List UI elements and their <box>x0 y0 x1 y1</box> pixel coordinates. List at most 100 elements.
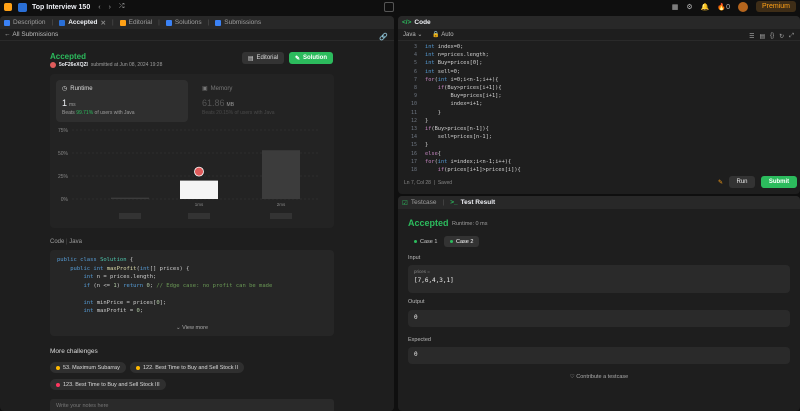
leetcode-logo-icon[interactable] <box>4 3 12 11</box>
avatar[interactable] <box>737 1 748 12</box>
tab-solutions[interactable]: Solutions <box>165 19 202 26</box>
top-bar: Top Interview 150 ‹ › ⤮ ▦ ⚙ 🔔 🔥0 Premium <box>0 0 800 14</box>
memory-card[interactable]: ▣ Memory 61.86 MB Beats 20.15% of users wi… <box>196 80 328 122</box>
check-box-icon: ☑ <box>402 199 408 207</box>
y-tick-label: 50% <box>58 151 69 157</box>
user-avatar-marker <box>194 166 204 177</box>
tab-description[interactable]: Description <box>4 19 46 26</box>
runtime-card[interactable]: ◷ Runtime 1 ms Beats 99.71% of users with … <box>56 80 188 122</box>
code-editor[interactable]: int index=0; int n=prices.length; int Bu… <box>425 43 521 174</box>
note-icon[interactable]: ✎ <box>718 179 723 186</box>
layout-icon[interactable]: ▦ <box>672 3 679 11</box>
bar <box>111 197 149 199</box>
share-link-icon[interactable]: 🔗 <box>379 33 388 41</box>
premium-button[interactable]: Premium <box>755 1 796 12</box>
result-status: Accepted <box>408 218 449 228</box>
editor-status: Ln 7, Col 28 | Saved <box>404 180 453 186</box>
terminal-icon: >_ <box>450 199 458 206</box>
line-number: 7 <box>413 76 417 83</box>
editor-toolbar: Java ⌄ 🔒 Auto <box>398 29 800 41</box>
tab-accepted[interactable]: Accepted ✕ <box>59 19 106 27</box>
debug-icon[interactable] <box>384 2 394 12</box>
x-tick-label: 2ms <box>277 202 286 207</box>
solution-button[interactable]: ✎ Solution <box>289 52 333 64</box>
challenge-chip[interactable]: 123. Best Time to Buy and Sell Stock III <box>50 379 166 390</box>
all-submissions-link[interactable]: ← All Submissions <box>0 29 394 41</box>
notes-input[interactable]: Write your notes here <box>50 399 334 411</box>
mini-bar <box>119 213 141 219</box>
streak-counter[interactable]: 🔥0 <box>717 3 730 11</box>
notifications-icon[interactable]: 🔔 <box>701 3 710 11</box>
clock-icon: ◷ <box>62 86 68 92</box>
book-icon: ▤ <box>247 55 254 62</box>
view-more-button[interactable]: ⌄ View more <box>50 324 334 333</box>
result-tabs: ☑ Testcase | >_ Test Result <box>398 196 800 209</box>
output-value-box: 0 <box>408 310 790 327</box>
left-tabs: Description | Accepted ✕ | Editorial | So… <box>0 16 394 29</box>
line-number: 11 <box>410 109 417 116</box>
line-number: 13 <box>410 126 417 133</box>
problem-list-title[interactable]: Top Interview 150 <box>32 4 90 11</box>
reset-icon[interactable]: ↻ <box>779 33 784 40</box>
y-tick-label: 0% <box>61 197 69 203</box>
user-avatar[interactable] <box>50 62 56 68</box>
expected-value-box: 0 <box>408 347 790 364</box>
editor-tabs: </> Code <box>398 16 800 29</box>
line-number: 12 <box>410 117 417 124</box>
more-challenges-title: More challenges <box>50 348 98 355</box>
language-select[interactable]: Java ⌄ <box>403 31 422 38</box>
submission-meta: 5oF26eXQZl submitted at Jun 08, 2024 19:… <box>50 62 162 68</box>
line-number: 16 <box>410 150 417 157</box>
x-tick-label: 1ms <box>195 202 204 207</box>
line-number: 6 <box>413 68 417 75</box>
expected-label: Expected <box>408 337 431 343</box>
submit-button[interactable]: Submit <box>761 176 797 188</box>
line-number: 17 <box>410 158 417 165</box>
line-number: 18 <box>410 167 417 174</box>
bookmark-icon[interactable]: ☰ <box>749 33 754 40</box>
prev-problem-icon[interactable]: ‹ <box>98 4 100 11</box>
settings-icon[interactable]: ⚙ <box>686 3 692 11</box>
line-numbers: 3 4 5 6 7 8 9 10 11 12 13 14 15 16 17 18 <box>398 43 420 174</box>
tab-testcase[interactable]: ☑ Testcase <box>402 199 436 207</box>
submitted-code: public class Solution { public int maxPr… <box>50 250 334 336</box>
line-number: 15 <box>410 142 417 149</box>
bar <box>180 180 218 199</box>
tab-submissions[interactable]: Submissions <box>215 19 261 26</box>
tab-editorial[interactable]: Editorial <box>119 19 152 26</box>
code-section-label: Code | Java <box>50 239 82 245</box>
y-tick-label: 75% <box>58 128 69 134</box>
code-editor-panel: </> Code Java ⌄ 🔒 Auto ☰ ▤ {} ↻ ⤢ 3 4567 89… <box>398 16 800 194</box>
test-result-panel: ☑ Testcase | >_ Test Result Accepted Runti… <box>398 196 800 411</box>
case-tab-1[interactable]: Case 1 <box>408 236 443 247</box>
next-problem-icon[interactable]: › <box>109 4 111 11</box>
mini-bar <box>188 213 210 219</box>
line-number: 3 <box>413 44 417 50</box>
pencil-icon: ✎ <box>294 55 301 62</box>
challenge-chip[interactable]: 53. Maximum Subarray <box>50 362 126 373</box>
code-icon: </> <box>402 19 412 26</box>
input-label: Input <box>408 255 421 261</box>
close-tab-icon[interactable]: ✕ <box>100 19 105 27</box>
tab-code[interactable]: </> Code <box>402 19 431 26</box>
run-button[interactable]: Run <box>729 176 755 188</box>
auto-mode-toggle[interactable]: 🔒 Auto <box>432 31 453 38</box>
tab-test-result[interactable]: >_ Test Result <box>450 199 495 206</box>
line-number: 9 <box>413 93 417 100</box>
performance-card: ◷ Runtime 1 ms Beats 99.71% of users with … <box>50 74 334 228</box>
editorial-icon <box>119 19 126 26</box>
format-icon[interactable]: ▤ <box>759 33 765 40</box>
solutions-icon <box>165 19 172 26</box>
submission-status: Accepted <box>50 52 87 61</box>
shuffle-icon[interactable]: ⤮ <box>119 3 125 11</box>
challenge-chip[interactable]: 122. Best Time to Buy and Sell Stock II <box>130 362 245 373</box>
contribute-testcase-button[interactable]: ♡ Contribute a testcase <box>398 374 800 380</box>
editor-icons: ☰ ▤ {} ↻ ⤢ <box>749 33 794 40</box>
braces-icon[interactable]: {} <box>770 33 774 40</box>
editorial-button[interactable]: ▤ Editorial <box>242 52 284 64</box>
case-tab-2[interactable]: Case 2 <box>444 236 480 247</box>
description-icon <box>4 19 10 26</box>
bar <box>262 150 300 199</box>
result-runtime: Runtime: 0 ms <box>452 221 488 227</box>
expand-icon[interactable]: ⤢ <box>789 33 794 40</box>
